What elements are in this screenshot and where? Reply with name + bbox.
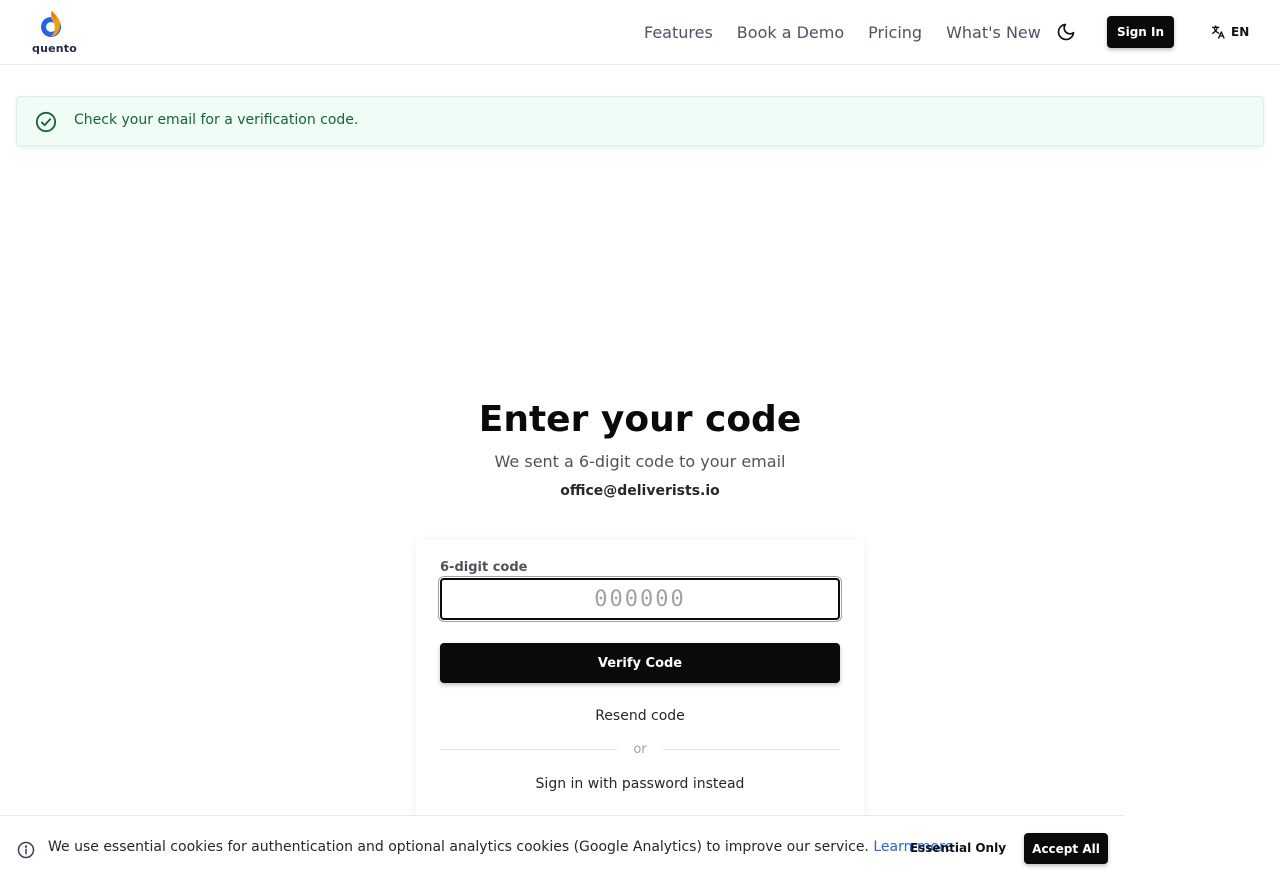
recipient-email: office@deliverists.io [560, 483, 720, 499]
nav-whats-new[interactable]: What's New [946, 23, 1041, 42]
resend-code-link[interactable]: Resend code [440, 708, 840, 724]
nav-book-demo[interactable]: Book a Demo [737, 23, 844, 42]
cookie-message: We use essential cookies for authenticat… [48, 839, 953, 855]
main-nav: Features Book a Demo Pricing What's New [644, 0, 1065, 64]
logo-text: quento [32, 42, 78, 55]
language-selector[interactable]: EN [1210, 22, 1249, 42]
top-header: quento Features Book a Demo Pricing What… [0, 0, 1280, 65]
alert-message: Check your email for a verification code… [74, 112, 359, 128]
cookie-banner: We use essential cookies for authenticat… [0, 815, 1124, 880]
language-label: EN [1231, 25, 1250, 39]
check-circle-icon [35, 111, 57, 133]
verify-code-button[interactable]: Verify Code [440, 643, 840, 683]
password-signin-link[interactable]: Sign in with password instead [440, 776, 840, 792]
essential-only-button[interactable]: Essential Only [905, 833, 1011, 863]
theme-toggle-button[interactable] [1054, 20, 1078, 44]
code-input[interactable] [438, 576, 842, 622]
nav-features[interactable]: Features [644, 23, 713, 42]
quento-logo[interactable]: quento [32, 8, 78, 55]
quento-logo-icon [41, 11, 61, 37]
info-icon [17, 841, 35, 859]
sign-in-button[interactable]: Sign In [1107, 16, 1174, 48]
verification-card: 6-digit code Verify Code Resend code or … [416, 540, 864, 830]
accept-all-button[interactable]: Accept All [1024, 833, 1108, 864]
verification-alert: Check your email for a verification code… [16, 96, 1264, 146]
nav-pricing[interactable]: Pricing [868, 23, 922, 42]
code-label: 6-digit code [440, 560, 528, 575]
moon-icon [1057, 23, 1075, 41]
translate-icon [1212, 25, 1225, 39]
divider-line-right [663, 749, 840, 750]
page-subtitle: We sent a 6-digit code to your email [494, 452, 786, 471]
cookie-message-text: We use essential cookies for authenticat… [48, 839, 869, 855]
page-title: Enter your code [478, 399, 802, 440]
